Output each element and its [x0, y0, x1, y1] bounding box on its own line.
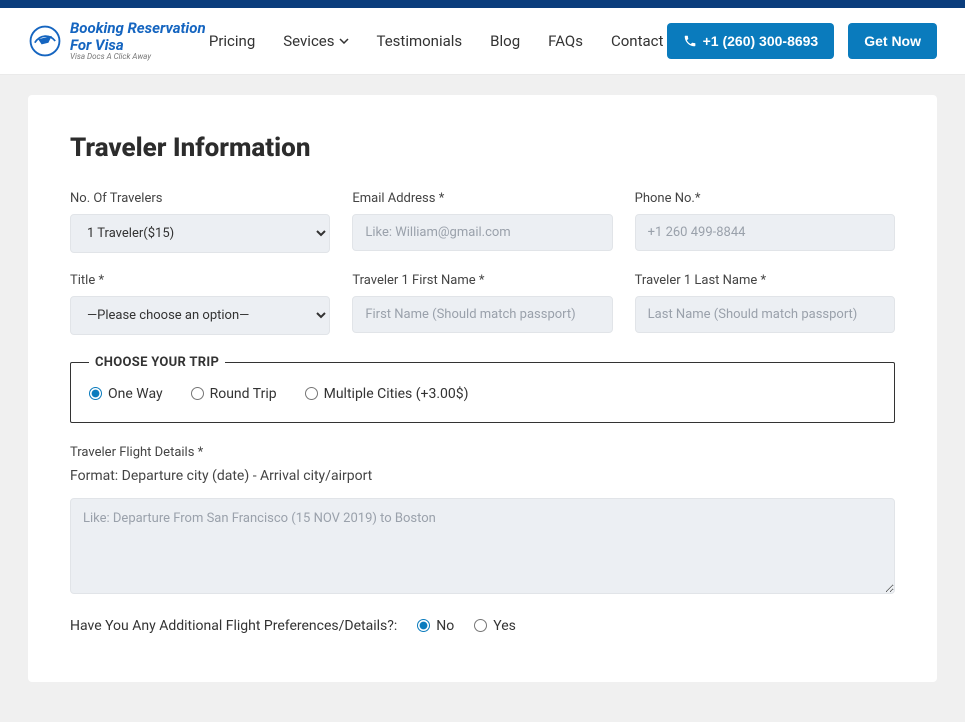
title-label: Title *	[70, 273, 330, 288]
phone-icon	[683, 34, 697, 48]
phone-field[interactable]	[635, 214, 895, 251]
phone-number: +1 (260) 300-8693	[703, 33, 819, 49]
nav-testimonials[interactable]: Testimonials	[377, 32, 463, 50]
trip-multi-label: Multiple Cities (+3.00$)	[324, 386, 469, 402]
pref-yes-radio[interactable]	[474, 619, 487, 632]
top-bar	[0, 0, 965, 8]
get-now-label: Get Now	[864, 33, 921, 49]
pref-no-radio[interactable]	[417, 619, 430, 632]
trip-fieldset: CHOOSE YOUR TRIP One Way Round Trip Mult…	[70, 355, 895, 423]
pref-yes-label: Yes	[493, 618, 516, 634]
travelers-select[interactable]: 1 Traveler($15)	[70, 214, 330, 253]
main-nav: Pricing Sevices Testimonials Blog FAQs C…	[209, 32, 664, 50]
get-now-button[interactable]: Get Now	[848, 23, 937, 59]
form-card: Traveler Information No. Of Travelers 1 …	[28, 95, 937, 682]
site-header: Booking Reservation For Visa Visa Docs A…	[0, 8, 965, 75]
email-field[interactable]	[352, 214, 612, 251]
travelers-label: No. Of Travelers	[70, 191, 330, 206]
nav-services[interactable]: Sevices	[283, 32, 348, 50]
lastname-field[interactable]	[635, 296, 895, 333]
nav-pricing[interactable]: Pricing	[209, 32, 255, 50]
nav-faqs[interactable]: FAQs	[548, 32, 583, 50]
trip-round-radio[interactable]	[191, 387, 204, 400]
format-hint: Format: Departure city (date) - Arrival …	[70, 468, 895, 484]
firstname-field[interactable]	[352, 296, 612, 333]
trip-multi-radio[interactable]	[305, 387, 318, 400]
firstname-label: Traveler 1 First Name *	[352, 273, 612, 288]
preferences-row: Have You Any Additional Flight Preferenc…	[70, 618, 895, 634]
title-select[interactable]: —Please choose an option—	[70, 296, 330, 335]
flight-details-label: Traveler Flight Details *	[70, 445, 895, 460]
pref-no[interactable]: No	[417, 618, 454, 634]
chevron-down-icon	[339, 38, 349, 44]
page-title: Traveler Information	[70, 133, 895, 163]
logo-line1: Booking Reservation	[70, 19, 206, 37]
trip-oneway-label: One Way	[108, 386, 163, 402]
pref-yes[interactable]: Yes	[474, 618, 516, 634]
logo-tagline: Visa Docs A Click Away	[70, 53, 206, 62]
trip-oneway[interactable]: One Way	[89, 386, 163, 402]
lastname-label: Traveler 1 Last Name *	[635, 273, 895, 288]
logo-line2: For Visa	[70, 36, 124, 54]
logo-icon	[28, 24, 62, 58]
trip-multi[interactable]: Multiple Cities (+3.00$)	[305, 386, 469, 402]
nav-services-label: Sevices	[283, 32, 334, 50]
page-body: Traveler Information No. Of Travelers 1 …	[0, 75, 965, 722]
phone-label: Phone No.*	[635, 191, 895, 206]
trip-legend: CHOOSE YOUR TRIP	[89, 355, 225, 370]
logo[interactable]: Booking Reservation For Visa Visa Docs A…	[28, 20, 206, 62]
phone-button[interactable]: +1 (260) 300-8693	[667, 23, 835, 59]
trip-round-label: Round Trip	[210, 386, 277, 402]
nav-blog[interactable]: Blog	[490, 32, 520, 50]
pref-no-label: No	[436, 618, 454, 634]
trip-oneway-radio[interactable]	[89, 387, 102, 400]
pref-question: Have You Any Additional Flight Preferenc…	[70, 618, 397, 634]
header-actions: +1 (260) 300-8693 Get Now	[667, 23, 937, 59]
nav-contact[interactable]: Contact	[611, 32, 663, 50]
email-label: Email Address *	[352, 191, 612, 206]
trip-round[interactable]: Round Trip	[191, 386, 277, 402]
flight-details-textarea[interactable]	[70, 498, 895, 594]
